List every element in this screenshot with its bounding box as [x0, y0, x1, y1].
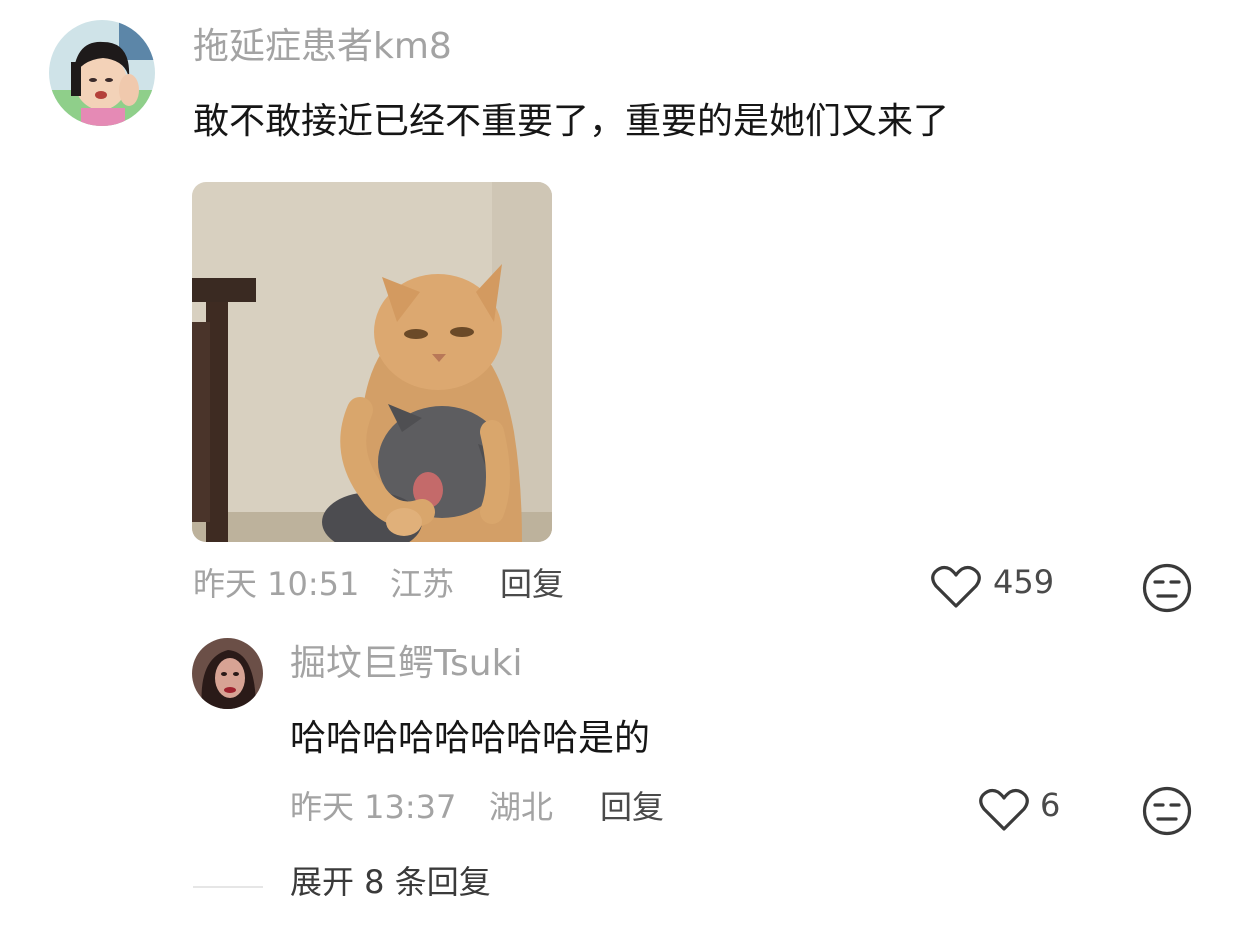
replier-avatar[interactable] [192, 638, 263, 709]
reply-location: 湖北 [489, 788, 554, 826]
reply-time: 昨天 13:37 [290, 788, 457, 826]
meh-face-icon[interactable] [1142, 563, 1192, 613]
meh-face-icon[interactable] [1142, 786, 1192, 836]
heart-outline-icon[interactable] [978, 787, 1030, 833]
expand-replies-button[interactable]: 展开 8 条回复 [290, 861, 491, 903]
reply-text: 哈哈哈哈哈哈哈哈是的 [290, 718, 651, 759]
reply-reply-button[interactable]: 回复 [600, 786, 664, 828]
replier-username[interactable]: 掘坟巨鳄Tsuki [290, 641, 522, 687]
expand-divider [193, 886, 263, 888]
comment-location: 江苏 [390, 565, 455, 603]
like-count: 459 [993, 563, 1055, 601]
photo-cats-hugging [192, 182, 552, 542]
comment-time: 昨天 10:51 [193, 565, 360, 603]
commenter-username[interactable]: 拖延症患者km8 [193, 24, 452, 70]
reply-like-count: 6 [1040, 786, 1061, 824]
comment-text: 敢不敢接近已经不重要了，重要的是她们又来了 [193, 101, 950, 142]
reply-button[interactable]: 回复 [500, 563, 564, 605]
commenter-avatar[interactable] [49, 20, 155, 126]
comment-image[interactable] [192, 182, 552, 542]
heart-outline-icon[interactable] [930, 564, 982, 610]
